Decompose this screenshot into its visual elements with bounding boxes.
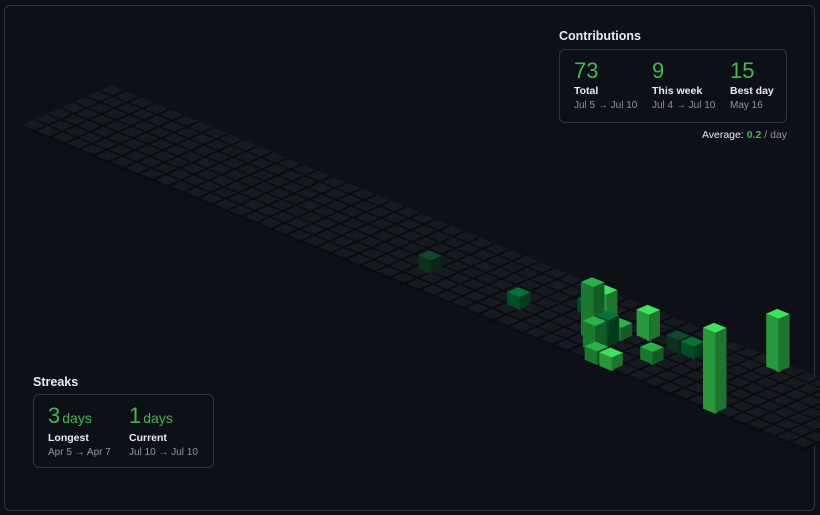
stat-this-week-label: This week: [652, 85, 703, 97]
contributions-card: 73 Total Jul 5 → Jul 10 9 This week Jul …: [559, 49, 787, 123]
stat-this-week: 9 This week Jul 4 → Jul 10: [652, 58, 715, 111]
average-value: 0.2: [746, 129, 762, 141]
contribution-bar: [766, 308, 790, 373]
streak-current-unit: days: [143, 410, 173, 426]
streak-current-range: Jul 10 → Jul 10: [129, 447, 198, 458]
stat-total-value: 73: [574, 58, 599, 83]
stat-total: 73 Total Jul 5 → Jul 10: [574, 58, 637, 111]
contribution-bar: [703, 322, 727, 414]
streaks-card: 3 days Longest Apr 5 → Apr 7 1 days Curren…: [33, 394, 214, 468]
streak-longest-label: Longest: [48, 432, 89, 444]
stat-this-week-range: Jul 4 → Jul 10: [652, 100, 716, 111]
bar-right-face: [715, 327, 727, 414]
bar-left-face: [766, 313, 779, 373]
streak-current-label: Current: [129, 432, 167, 444]
streak-current-value: 1: [129, 403, 142, 428]
streak-current: 1 days Current Jul 10 → Jul 10: [129, 403, 198, 458]
stat-best-day-range: May 16: [730, 100, 763, 111]
stat-total-label: Total: [574, 85, 599, 97]
stat-best-day-label: Best day: [730, 85, 774, 97]
streaks-title: Streaks: [33, 375, 79, 389]
average-label: Average:: [701, 129, 744, 141]
stat-this-week-value: 9: [652, 58, 665, 83]
average-per-day: Average: 0.2 / day: [702, 129, 787, 141]
contributions-title: Contributions: [559, 29, 641, 43]
contribution-bar: [636, 304, 660, 342]
stat-total-range: Jul 5 → Jul 10: [574, 100, 638, 111]
stat-best-day: 15 Best day May 16: [730, 58, 774, 111]
stat-best-day-value: 15: [730, 58, 755, 83]
streak-longest-value: 3: [48, 403, 61, 428]
average-unit: / day: [764, 129, 787, 141]
bar-right-face: [778, 314, 790, 373]
bar-left-face: [703, 327, 716, 414]
streak-longest-range: Apr 5 → Apr 7: [48, 447, 111, 458]
streak-longest: 3 days Longest Apr 5 → Apr 7: [48, 403, 111, 458]
streak-longest-unit: days: [62, 410, 92, 426]
